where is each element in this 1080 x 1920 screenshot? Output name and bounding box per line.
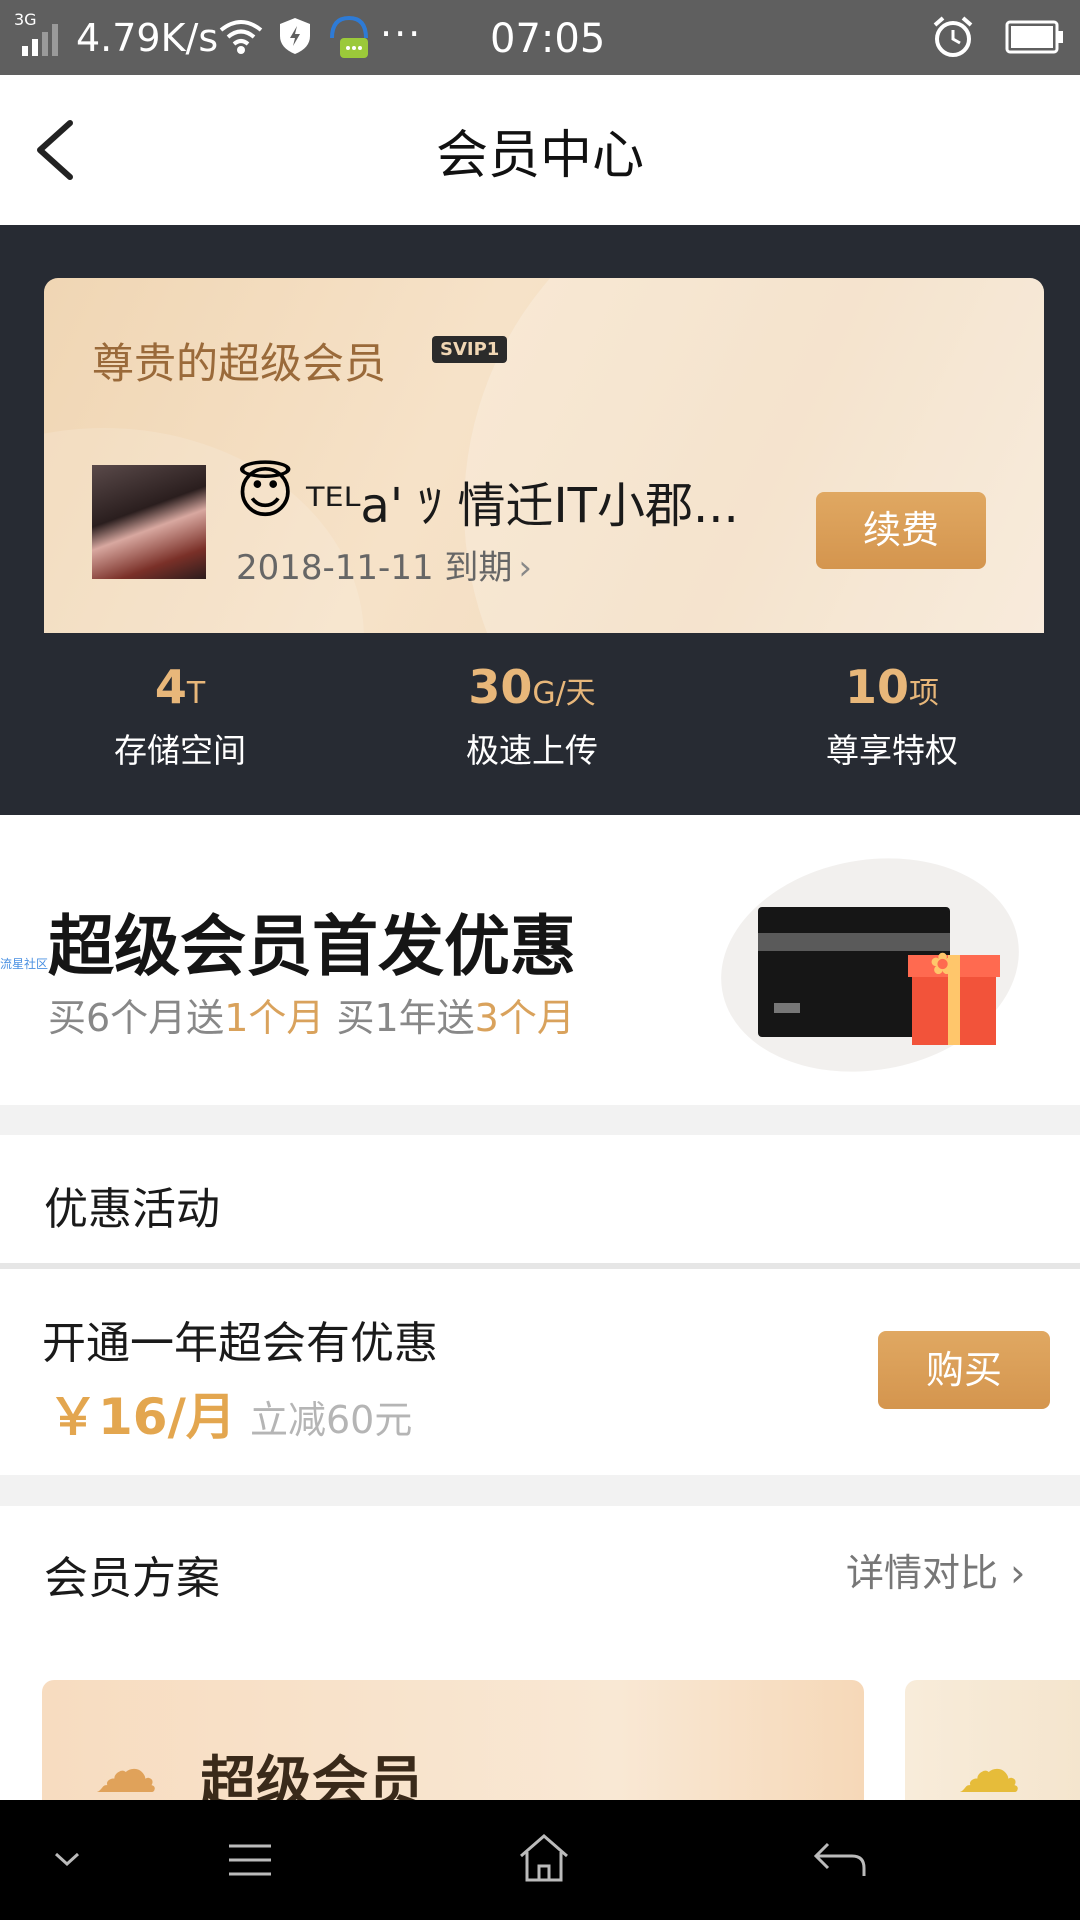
plans-carousel[interactable]: ☁ 超级会员 ☁ <box>0 1646 1080 1800</box>
stat-value: 4 <box>154 660 187 714</box>
stat-unit: 项 <box>909 676 939 711</box>
home-icon[interactable] <box>517 1832 571 1884</box>
member-level-title: 尊贵的超级会员 <box>92 339 387 388</box>
compare-link-label: 详情对比 <box>846 1551 999 1595</box>
battery-icon <box>1005 20 1063 54</box>
avatar[interactable] <box>92 465 206 579</box>
banner-sub-highlight: 3个月 <box>474 996 575 1040</box>
plan-name: 超级会员 <box>200 1751 424 1800</box>
wifi-icon <box>219 20 263 54</box>
stat-privileges: 10项 尊享特权 <box>712 660 1072 772</box>
stat-label: 尊享特权 <box>826 731 958 770</box>
stat-storage: 4T 存储空间 <box>0 660 360 772</box>
alarm-icon <box>933 16 973 57</box>
cloud-logo-icon: ☁ <box>957 1734 1021 1800</box>
halo-emoji-icon: 😇 <box>236 461 295 526</box>
promotion-price: ￥16/月 <box>48 1388 236 1446</box>
section-divider <box>0 1105 1080 1135</box>
card-chip <box>774 1003 800 1013</box>
banner-subtitle: 买6个月送1个月 买1年送3个月 <box>48 987 575 1042</box>
status-bar: 3G 4.79K/s ··· 07:05 <box>0 0 1080 75</box>
stat-label: 极速上传 <box>466 731 598 770</box>
signal-icon <box>22 24 58 56</box>
back-icon[interactable] <box>812 1838 868 1880</box>
card-stripe <box>758 933 950 951</box>
page-title: 会员中心 <box>435 126 644 186</box>
chevron-down-icon[interactable] <box>50 1846 84 1872</box>
navigation-bar: 会员中心 <box>0 75 1080 225</box>
banner-title: 超级会员首发优惠 <box>48 908 576 985</box>
section-title: 优惠活动 <box>44 1184 220 1235</box>
promotion-discount: 立减60元 <box>250 1398 413 1442</box>
promo-banner[interactable]: 流星社区 超级会员首发优惠 买6个月送1个月 买1年送3个月 ✿ <box>0 815 1080 1105</box>
plan-card-member[interactable]: ☁ <box>905 1680 1080 1800</box>
svip-badge: SVIP1 <box>432 336 508 363</box>
clock: 07:05 <box>490 16 606 62</box>
stat-value: 30 <box>468 660 533 714</box>
expiry-link[interactable]: 2018-11-11 到期 › <box>236 540 532 589</box>
chevron-right-icon: › <box>518 548 533 588</box>
stat-value: 10 <box>844 660 909 714</box>
gift-bow-icon: ✿ <box>930 947 956 982</box>
expiry-date: 2018-11-11 到期 <box>236 548 513 588</box>
watermark: 流星社区 <box>0 957 49 971</box>
banner-sub-highlight: 1个月 <box>224 996 325 1040</box>
stat-label: 存储空间 <box>114 731 246 770</box>
stat-unit: G/天 <box>532 676 596 711</box>
buy-button[interactable]: 购买 <box>878 1331 1050 1409</box>
banner-sub-text: 买1年送 <box>324 996 475 1040</box>
username: ᵀᴱᴸa' ﾂ 情迁IT小郡... <box>306 478 739 534</box>
stat-upload: 30G/天 极速上传 <box>352 660 712 772</box>
network-speed: 4.79K/s <box>76 16 219 60</box>
more-notifications-icon: ··· <box>380 12 423 56</box>
promotions-section-header: 优惠活动 <box>0 1135 1080 1263</box>
card-decoration <box>464 278 1044 633</box>
section-divider <box>0 1475 1080 1506</box>
compare-details-link[interactable]: 详情对比 › <box>846 1542 1025 1597</box>
back-arrow-icon[interactable] <box>28 115 88 185</box>
shield-icon <box>280 18 310 54</box>
banner-sub-text: 买6个月送 <box>48 996 225 1040</box>
headset-chat-icon <box>330 15 368 58</box>
plan-card-super-member[interactable]: ☁ 超级会员 <box>42 1680 864 1800</box>
member-card: 尊贵的超级会员 SVIP1 😇 ᵀᴱᴸa' ﾂ 情迁IT小郡... 2018-1… <box>44 278 1044 633</box>
chevron-right-icon: › <box>998 1551 1026 1595</box>
menu-icon[interactable] <box>225 1840 275 1880</box>
stat-unit: T <box>186 676 206 711</box>
renew-button[interactable]: 续费 <box>816 492 986 569</box>
plans-section-header: 会员方案 详情对比 › <box>0 1506 1080 1646</box>
section-title: 会员方案 <box>44 1553 220 1604</box>
promotion-title: 开通一年超会有优惠 <box>42 1318 438 1369</box>
cloud-logo-icon: ☁ <box>94 1734 158 1800</box>
system-navigation-bar <box>0 1800 1080 1920</box>
